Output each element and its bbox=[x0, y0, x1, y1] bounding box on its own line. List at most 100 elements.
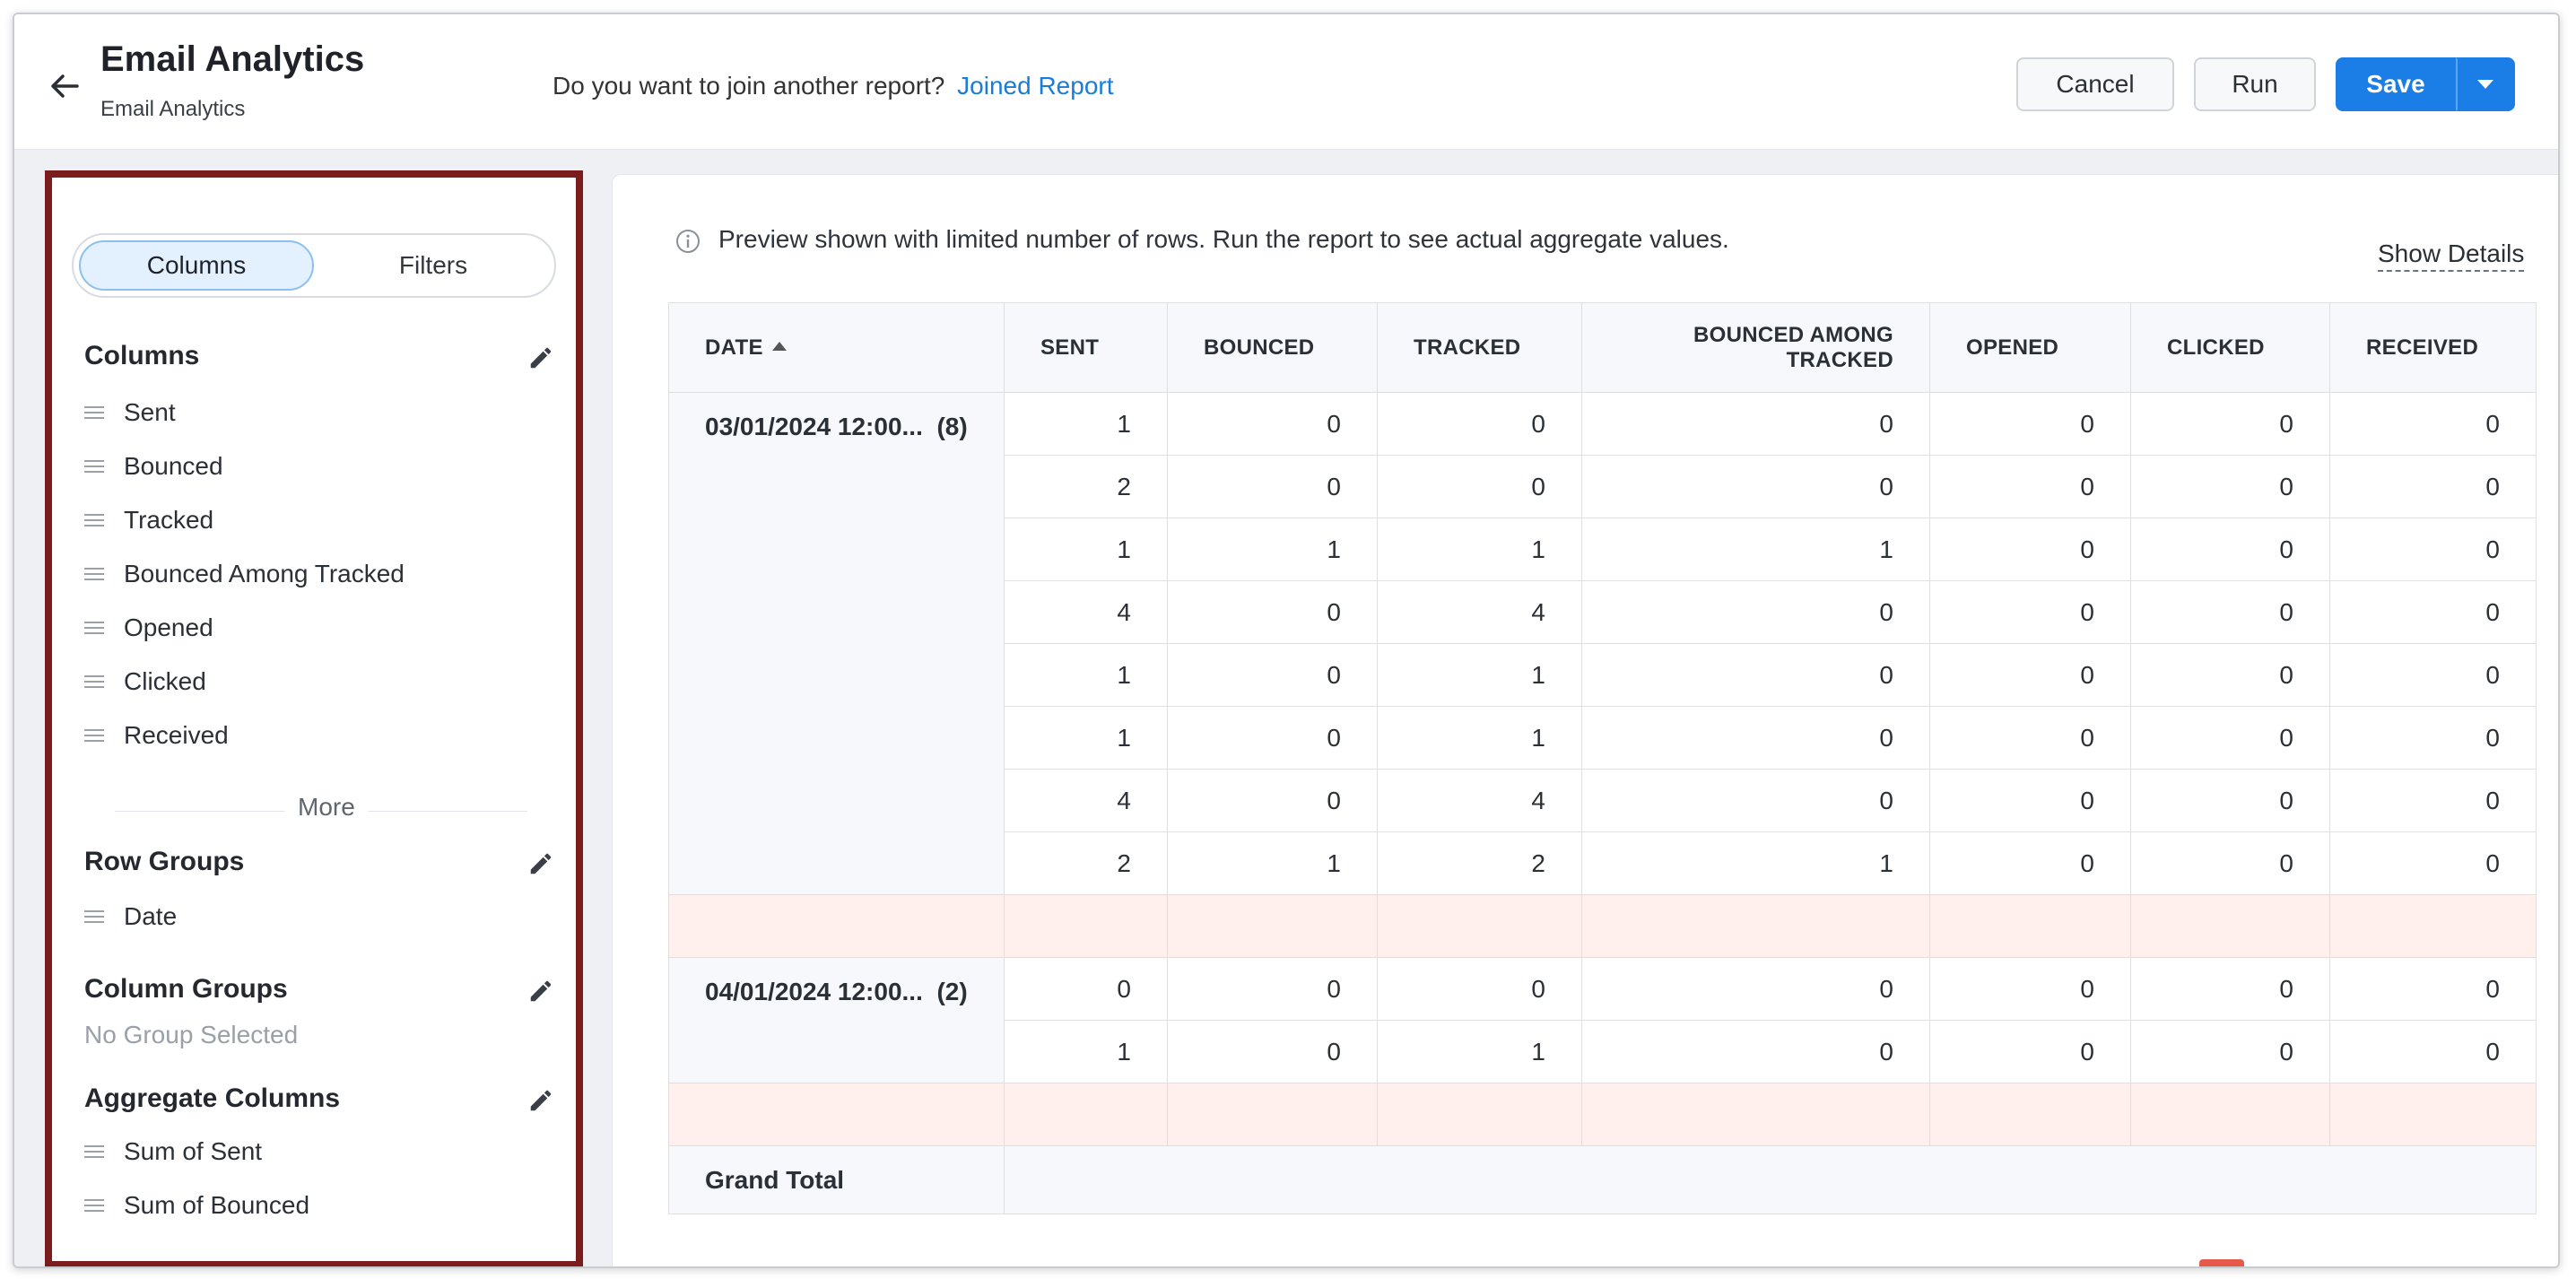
row-group-item-date[interactable]: Date bbox=[84, 899, 177, 935]
aggregate-label: Sum of Sent bbox=[124, 1137, 263, 1165]
group-cell-date: 03/01/2024 12:00... (8) bbox=[668, 392, 1005, 895]
cell bbox=[2329, 1083, 2537, 1146]
cell: 0 bbox=[1929, 580, 2131, 644]
cell: 2 bbox=[1377, 831, 1582, 895]
aggregate-item-sum-of-sent[interactable]: Sum of Sent bbox=[84, 1134, 262, 1170]
notification-badge[interactable] bbox=[2199, 1259, 2244, 1266]
drag-handle-icon[interactable] bbox=[84, 910, 104, 923]
column-groups-title: Column Groups bbox=[84, 974, 288, 1004]
edit-aggregate-pencil-icon[interactable] bbox=[527, 1087, 554, 1114]
drag-handle-icon[interactable] bbox=[84, 1145, 104, 1158]
column-label: Bounced Among Tracked bbox=[124, 560, 405, 587]
edit-column-groups-pencil-icon[interactable] bbox=[527, 978, 554, 1005]
cell: 0 bbox=[2130, 392, 2330, 456]
table-row: 03/01/2024 12:00... (8) 1000000 bbox=[668, 392, 2537, 895]
column-header-opened[interactable]: OPENED bbox=[1929, 302, 2131, 393]
cancel-button[interactable]: Cancel bbox=[2016, 57, 2174, 111]
subtotal-row bbox=[668, 894, 2537, 958]
page-subtitle: Email Analytics bbox=[100, 97, 246, 121]
cell: 1 bbox=[1004, 643, 1168, 707]
cell: 1 bbox=[1581, 518, 1930, 581]
cell: 0 bbox=[1929, 455, 2131, 518]
show-details-link[interactable]: Show Details bbox=[2378, 239, 2525, 272]
grand-total-label: Grand Total bbox=[668, 1145, 1005, 1214]
cell: 0 bbox=[2329, 518, 2537, 581]
column-label: Sent bbox=[124, 398, 176, 426]
column-item-tracked[interactable]: Tracked bbox=[84, 502, 213, 538]
cell: 0 bbox=[2329, 392, 2537, 456]
back-arrow-icon[interactable] bbox=[47, 68, 83, 104]
report-preview-panel: Preview shown with limited number of row… bbox=[612, 174, 2558, 1266]
aggregate-label: Sum of Bounced bbox=[124, 1191, 310, 1219]
drag-handle-icon[interactable] bbox=[84, 675, 104, 688]
cell bbox=[1004, 1083, 1168, 1146]
cell: 0 bbox=[2130, 769, 2330, 832]
cell: 0 bbox=[2329, 769, 2537, 832]
tab-columns[interactable]: Columns bbox=[79, 240, 314, 291]
save-button[interactable]: Save bbox=[2336, 57, 2456, 111]
column-item-opened[interactable]: Opened bbox=[84, 610, 213, 646]
edit-row-groups-pencil-icon[interactable] bbox=[527, 850, 554, 877]
cell: 0 bbox=[1167, 392, 1378, 456]
drag-handle-icon[interactable] bbox=[84, 568, 104, 580]
cell bbox=[1167, 1083, 1378, 1146]
column-item-sent[interactable]: Sent bbox=[84, 395, 176, 431]
page-title: Email Analytics bbox=[100, 39, 365, 79]
cell: 0 bbox=[1929, 706, 2131, 770]
save-dropdown-button[interactable] bbox=[2456, 57, 2515, 111]
cell: 0 bbox=[1167, 1020, 1378, 1083]
cell: 0 bbox=[1377, 957, 1582, 1021]
cell: 0 bbox=[1167, 643, 1378, 707]
column-item-bounced[interactable]: Bounced bbox=[84, 448, 223, 484]
cell: 0 bbox=[1929, 518, 2131, 581]
drag-handle-icon[interactable] bbox=[84, 622, 104, 634]
run-button[interactable]: Run bbox=[2194, 57, 2316, 111]
report-table-viewport[interactable]: DATE SENT BOUNCED TRACKED BOUNCED AMONG … bbox=[668, 302, 2558, 1219]
cell bbox=[668, 1083, 1005, 1146]
column-header-tracked[interactable]: TRACKED bbox=[1377, 302, 1582, 393]
edit-columns-pencil-icon[interactable] bbox=[527, 344, 554, 371]
tab-filters[interactable]: Filters bbox=[316, 240, 551, 291]
cell: 0 bbox=[2130, 580, 2330, 644]
cell: 4 bbox=[1377, 769, 1582, 832]
drag-handle-icon[interactable] bbox=[84, 460, 104, 473]
cell: 4 bbox=[1004, 580, 1168, 644]
more-columns-link[interactable]: More bbox=[285, 793, 368, 822]
column-header-bounced[interactable]: BOUNCED bbox=[1167, 302, 1378, 393]
column-header-received[interactable]: RECEIVED bbox=[2329, 302, 2537, 393]
cell bbox=[1581, 1083, 1930, 1146]
aggregate-item-sum-of-bounced[interactable]: Sum of Bounced bbox=[84, 1188, 309, 1223]
column-header-date[interactable]: DATE bbox=[668, 302, 1005, 393]
drag-handle-icon[interactable] bbox=[84, 729, 104, 742]
columns-section-title: Columns bbox=[84, 341, 200, 370]
cell: 1 bbox=[1581, 831, 1930, 895]
column-label: Tracked bbox=[124, 506, 214, 534]
cell: 1 bbox=[1377, 1020, 1582, 1083]
column-item-received[interactable]: Received bbox=[84, 718, 229, 753]
drag-handle-icon[interactable] bbox=[84, 406, 104, 419]
row-groups-title: Row Groups bbox=[84, 847, 245, 876]
cell: 0 bbox=[2329, 643, 2537, 707]
cell bbox=[668, 894, 1005, 958]
cell: 0 bbox=[1167, 455, 1378, 518]
column-header-bounced-among-tracked[interactable]: BOUNCED AMONG TRACKED bbox=[1581, 302, 1930, 393]
cell: 0 bbox=[2130, 518, 2330, 581]
cell: 0 bbox=[1581, 706, 1930, 770]
chevron-down-icon bbox=[2477, 80, 2493, 89]
column-label: Opened bbox=[124, 613, 213, 641]
drag-handle-icon[interactable] bbox=[84, 1199, 104, 1212]
sort-ascending-icon[interactable] bbox=[771, 342, 787, 352]
drag-handle-icon[interactable] bbox=[84, 514, 104, 526]
cell bbox=[1581, 894, 1930, 958]
joined-report-link[interactable]: Joined Report bbox=[957, 72, 1113, 100]
column-item-bounced-among-tracked[interactable]: Bounced Among Tracked bbox=[84, 556, 405, 592]
cell: 0 bbox=[1167, 706, 1378, 770]
column-header-clicked[interactable]: CLICKED bbox=[2130, 302, 2330, 393]
cell: 0 bbox=[2130, 957, 2330, 1021]
cell bbox=[1377, 1083, 1582, 1146]
cell: 0 bbox=[1929, 392, 2131, 456]
cell bbox=[1929, 894, 2131, 958]
table-header-row: DATE SENT BOUNCED TRACKED BOUNCED AMONG … bbox=[668, 302, 2537, 393]
column-header-sent[interactable]: SENT bbox=[1004, 302, 1168, 393]
column-item-clicked[interactable]: Clicked bbox=[84, 664, 206, 700]
